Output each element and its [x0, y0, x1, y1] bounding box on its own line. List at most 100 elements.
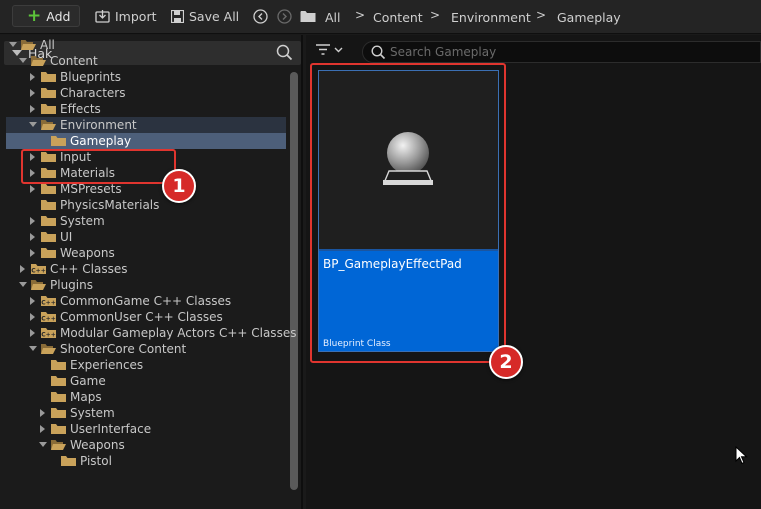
- collapsed-arrow-icon[interactable]: [28, 328, 38, 338]
- collapsed-arrow-icon[interactable]: [28, 232, 38, 242]
- tree-item-experiences[interactable]: Experiences: [6, 357, 286, 373]
- cpp-folder-icon: C++: [41, 312, 56, 323]
- filter-button[interactable]: [316, 44, 343, 55]
- tree-item-physicsmaterials[interactable]: PhysicsMaterials: [6, 197, 286, 213]
- collapsed-arrow-icon[interactable]: [38, 424, 48, 434]
- collapsed-arrow-icon[interactable]: [28, 296, 38, 306]
- folder-icon: [41, 72, 56, 82]
- search-input[interactable]: [390, 44, 750, 60]
- folder-icon: [51, 424, 66, 434]
- tree-item-label: Content: [50, 54, 98, 68]
- collapsed-arrow-icon[interactable]: [28, 248, 38, 258]
- collapsed-arrow-icon[interactable]: [28, 312, 38, 322]
- expanded-arrow-icon[interactable]: [18, 56, 28, 66]
- tree-item-label: Game: [70, 374, 106, 388]
- svg-text:C++: C++: [31, 268, 45, 275]
- collapsed-arrow-icon[interactable]: [38, 408, 48, 418]
- tree-item-ui[interactable]: UI: [6, 229, 286, 245]
- save-all-button-label: Save All: [189, 8, 240, 24]
- folder-open-icon: [31, 56, 46, 66]
- collapsed-arrow-icon[interactable]: [28, 104, 38, 114]
- save-all-button[interactable]: Save All: [171, 5, 239, 27]
- annotation-box-1: [21, 149, 176, 184]
- tree-item-label: Blueprints: [60, 70, 122, 84]
- tree-item-characters[interactable]: Characters: [6, 85, 286, 101]
- folder-open-icon: [51, 440, 66, 450]
- expanded-arrow-icon[interactable]: [28, 120, 38, 130]
- collapsed-arrow-icon[interactable]: [28, 216, 38, 226]
- tree-item-commongame-c-classes[interactable]: C++ CommonGame C++ Classes: [6, 293, 286, 309]
- tree-item-blueprints[interactable]: Blueprints: [6, 69, 286, 85]
- expanded-arrow-icon[interactable]: [8, 40, 18, 50]
- svg-text:C++: C++: [41, 300, 55, 307]
- tree-item-pistol[interactable]: Pistol: [6, 453, 286, 469]
- tree-item-label: Maps: [70, 390, 102, 404]
- tree-item-label: Plugins: [50, 278, 93, 292]
- tree-item-label: UserInterface: [70, 422, 152, 436]
- tree-item-label: CommonGame C++ Classes: [60, 294, 232, 308]
- breadcrumb-all[interactable]: All: [325, 8, 341, 26]
- folder-icon: [41, 104, 56, 114]
- collapsed-arrow-icon[interactable]: [28, 72, 38, 82]
- mouse-cursor-icon: [735, 446, 748, 465]
- folder-icon: [41, 216, 56, 226]
- chevron-down-icon: [334, 47, 343, 52]
- tree-item-system[interactable]: System: [6, 213, 286, 229]
- expanded-arrow-icon[interactable]: [28, 344, 38, 354]
- cpp-folder-icon: C++: [41, 328, 56, 339]
- tree-item-content[interactable]: Content: [6, 53, 286, 69]
- folder-icon: [41, 232, 56, 242]
- search-field[interactable]: [362, 41, 761, 63]
- tree-item-commonuser-c-classes[interactable]: C++ CommonUser C++ Classes: [6, 309, 286, 325]
- tree-item-label: Gameplay: [70, 134, 132, 148]
- breadcrumb-environment[interactable]: Environment: [451, 8, 531, 26]
- breadcrumb-gameplay[interactable]: Gameplay: [557, 8, 621, 26]
- tree-item-game[interactable]: Game: [6, 373, 286, 389]
- import-button[interactable]: Import: [95, 5, 157, 27]
- save-icon: [171, 9, 184, 23]
- tree-item-weapons[interactable]: Weapons: [6, 437, 286, 453]
- folder-icon: [51, 360, 66, 370]
- tree-item-modular-gameplay-actors-c-classes[interactable]: C++ Modular Gameplay Actors C++ Classes: [6, 325, 296, 341]
- folder-icon[interactable]: [300, 10, 316, 23]
- tree-item-all[interactable]: All: [6, 37, 286, 53]
- tree-item-label: Characters: [60, 86, 126, 100]
- tree-item-shootercore-content[interactable]: ShooterCore Content: [6, 341, 286, 357]
- content-panel-header: [306, 40, 761, 64]
- cpp-folder-icon: C++: [41, 296, 56, 307]
- folder-open-icon: [41, 120, 56, 130]
- svg-text:C++: C++: [41, 316, 55, 323]
- tree-item-label: Weapons: [70, 438, 125, 452]
- annotation-badge-2: 2: [489, 345, 523, 379]
- svg-text:C++: C++: [41, 332, 55, 339]
- forward-arrow-icon[interactable]: [277, 9, 292, 24]
- tree-item-weapons[interactable]: Weapons: [6, 245, 286, 261]
- tree-item-c-classes[interactable]: C++ C++ Classes: [6, 261, 286, 277]
- back-arrow-icon[interactable]: [253, 9, 268, 24]
- import-icon: [95, 10, 110, 23]
- tree-item-gameplay[interactable]: Gameplay: [6, 133, 286, 149]
- tree-item-userinterface[interactable]: UserInterface: [6, 421, 286, 437]
- tree-item-effects[interactable]: Effects: [6, 101, 286, 117]
- expanded-arrow-icon[interactable]: [38, 440, 48, 450]
- collapsed-arrow-icon[interactable]: [18, 264, 28, 274]
- tree-item-maps[interactable]: Maps: [6, 389, 286, 405]
- collapsed-arrow-icon[interactable]: [28, 184, 38, 194]
- folder-open-icon: [31, 280, 46, 290]
- tree-scrollbar[interactable]: [290, 72, 298, 490]
- folder-icon: [51, 136, 66, 146]
- breadcrumb-separator-icon: >: [430, 8, 441, 22]
- expanded-arrow-icon[interactable]: [18, 280, 28, 290]
- tree-item-label: Pistol: [80, 454, 112, 468]
- tree-item-system[interactable]: System: [6, 405, 286, 421]
- tree-item-environment[interactable]: Environment: [6, 117, 286, 133]
- add-button[interactable]: + Add: [12, 5, 80, 27]
- tree-item-plugins[interactable]: Plugins: [6, 277, 286, 293]
- annotation-box-2: [310, 63, 506, 363]
- search-icon: [371, 45, 386, 60]
- collapsed-arrow-icon[interactable]: [28, 88, 38, 98]
- tree-item-label: Weapons: [60, 246, 115, 260]
- breadcrumb-content[interactable]: Content: [373, 8, 423, 26]
- annotation-badge-1: 1: [162, 169, 196, 203]
- tree-item-label: System: [70, 406, 115, 420]
